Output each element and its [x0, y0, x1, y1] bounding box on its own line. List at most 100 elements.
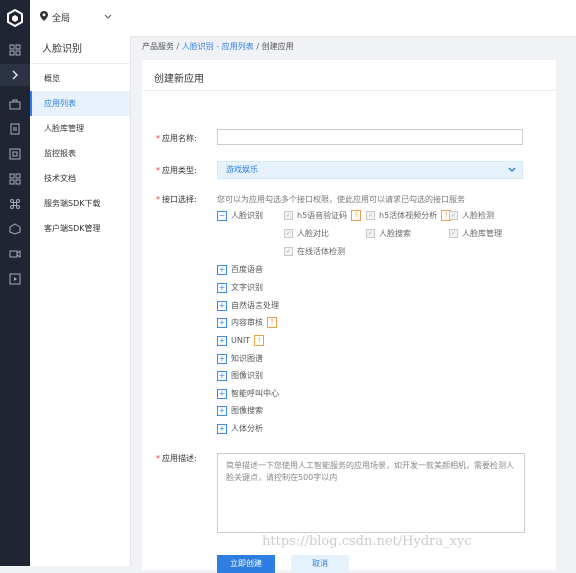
breadcrumb-products[interactable]: 产品服务: [142, 42, 174, 51]
api-group-label: 图像识别: [231, 371, 263, 380]
region-label: 全局: [52, 14, 71, 24]
sidebar-item-tech-docs[interactable]: 技术文档: [30, 166, 130, 191]
checkbox-icon: ✓: [284, 211, 293, 220]
sidebar: 人脸识别 概览 应用列表 人脸库管理 监控报表 技术文档 服务端SDK下载 客户…: [30, 36, 131, 566]
breadcrumb-current: 创建应用: [261, 42, 294, 51]
cube-icon[interactable]: [6, 222, 24, 236]
api-option[interactable]: ✓ 在线活体检测: [284, 246, 345, 257]
chevron-right-icon[interactable]: [6, 68, 24, 82]
api-option-label: 人脸检测: [462, 211, 494, 220]
breadcrumb-separator: /: [256, 42, 260, 51]
warning-icon: !: [267, 317, 277, 328]
api-select-label: * 接口选择:: [156, 195, 197, 204]
api-group-label: 智能呼叫中心: [231, 389, 279, 398]
api-group[interactable]: + 智能呼叫中心: [217, 388, 279, 399]
api-group-label: 文字识别: [231, 283, 263, 292]
app-type-label-text: 应用类型:: [162, 166, 197, 175]
warning-icon: !: [351, 210, 362, 221]
expand-icon[interactable]: +: [217, 388, 227, 399]
api-group-label: 内容审核: [231, 318, 263, 327]
sidebar-title: 人脸识别: [30, 36, 130, 64]
expand-icon[interactable]: +: [217, 317, 227, 328]
expand-icon[interactable]: +: [217, 405, 227, 416]
api-group[interactable]: + UNIT!: [217, 335, 265, 346]
icon-rail: [0, 0, 30, 566]
breadcrumb: 产品服务 / 人脸识别 - 应用列表 / 创建应用: [142, 41, 294, 52]
api-option-label: h5语音验证码: [297, 211, 348, 220]
grid-icon[interactable]: [6, 43, 24, 57]
video-icon[interactable]: [6, 247, 24, 261]
api-option[interactable]: ✓ 人脸对比: [284, 228, 329, 239]
sidebar-item-client-sdk[interactable]: 客户端SDK管理: [30, 216, 130, 241]
api-group-label: 人脸识别: [231, 211, 263, 220]
app-type-select[interactable]: 游戏娱乐: [217, 161, 523, 179]
create-app-card: 创建新应用 * 应用名称: * 应用类型: 游戏娱乐 * 接口选择: 您可以为应用勾选…: [142, 60, 556, 573]
api-option-label: 在线活体检测: [297, 247, 345, 256]
sidebar-item-face-library[interactable]: 人脸库管理: [30, 116, 130, 141]
api-group[interactable]: + 图像搜索: [217, 405, 263, 416]
app-desc-textarea[interactable]: 简单描述一下您使用人工智能服务的应用场景，如开发一款美颜相机，需要检测人脸关键点…: [217, 453, 525, 533]
expand-icon[interactable]: +: [217, 282, 227, 293]
briefcase-icon[interactable]: [6, 97, 24, 111]
api-group[interactable]: + 百度语音: [217, 264, 263, 275]
collapse-icon[interactable]: −: [217, 210, 227, 221]
cancel-button[interactable]: 取消: [291, 555, 349, 573]
app-type-value: 游戏娱乐: [226, 165, 258, 174]
sidebar-item-server-sdk[interactable]: 服务端SDK下载: [30, 191, 130, 216]
api-option-label: 人脸搜索: [379, 229, 411, 238]
sidebar-item-monitor-report[interactable]: 监控报表: [30, 141, 130, 166]
api-option[interactable]: ✓ 人脸检测: [449, 210, 494, 221]
apps-icon[interactable]: [6, 172, 24, 186]
checkbox-icon: ✓: [366, 229, 375, 238]
api-group-face[interactable]: − 人脸识别: [217, 210, 263, 221]
api-group[interactable]: + 人体分析: [217, 423, 263, 434]
create-button[interactable]: 立即创建: [217, 555, 275, 573]
play-icon[interactable]: [6, 272, 24, 286]
api-group[interactable]: + 文字识别: [217, 282, 263, 293]
api-group-label: 百度语音: [231, 265, 263, 274]
warning-icon: !: [254, 335, 265, 346]
sidebar-item-overview[interactable]: 概览: [30, 66, 130, 91]
breadcrumb-separator: /: [176, 42, 180, 51]
api-option[interactable]: ✓ 人脸库管理: [449, 228, 502, 239]
app-name-label: * 应用名称:: [156, 134, 197, 143]
api-option-label: 人脸对比: [297, 229, 329, 238]
page-title: 创建新应用: [154, 74, 204, 85]
api-option[interactable]: ✓ 人脸搜索: [366, 228, 411, 239]
scan-icon[interactable]: [6, 147, 24, 161]
app-type-label: * 应用类型:: [156, 166, 197, 175]
expand-icon[interactable]: +: [217, 353, 227, 364]
expand-icon[interactable]: +: [217, 335, 227, 346]
api-group[interactable]: + 内容审核!: [217, 317, 277, 328]
api-group[interactable]: + 图像识别: [217, 370, 263, 381]
sidebar-item-app-list[interactable]: 应用列表: [30, 91, 130, 116]
api-option-label: 人脸库管理: [462, 229, 502, 238]
divider: [142, 90, 556, 91]
expand-icon[interactable]: +: [217, 300, 227, 311]
expand-icon[interactable]: +: [217, 423, 227, 434]
api-group[interactable]: + 自然语言处理: [217, 300, 279, 311]
expand-icon[interactable]: +: [217, 264, 227, 275]
app-name-input[interactable]: [217, 129, 523, 145]
top-bar: 全局: [30, 0, 576, 37]
api-hint: 您可以为应用勾选多个接口权限，使此应用可以请求已勾选的接口服务: [217, 195, 465, 204]
expand-icon[interactable]: +: [217, 370, 227, 381]
api-group-label: UNIT: [231, 336, 251, 345]
api-group-label: 知识图谱: [231, 354, 263, 363]
chevron-down-icon: [104, 13, 112, 22]
document-icon[interactable]: [6, 122, 24, 136]
chevron-down-icon: [508, 162, 516, 178]
region-selector[interactable]: 全局: [40, 11, 112, 24]
app-desc-label-text: 应用描述:: [162, 454, 197, 463]
api-option[interactable]: ✓ h5活体视频分析!: [366, 210, 452, 221]
checkbox-icon: ✓: [366, 211, 375, 220]
breadcrumb-app-list[interactable]: 人脸识别 - 应用列表: [182, 42, 254, 51]
api-option-label: h5活体视频分析: [379, 211, 438, 220]
api-option[interactable]: ✓ h5语音验证码!: [284, 210, 362, 221]
checkbox-icon: ✓: [284, 247, 293, 256]
location-pin-icon: [40, 11, 48, 24]
api-group[interactable]: + 知识图谱: [217, 353, 263, 364]
cube-logo-icon[interactable]: [0, 0, 30, 36]
api-group-label: 人体分析: [231, 424, 263, 433]
nodes-icon[interactable]: [6, 197, 24, 211]
